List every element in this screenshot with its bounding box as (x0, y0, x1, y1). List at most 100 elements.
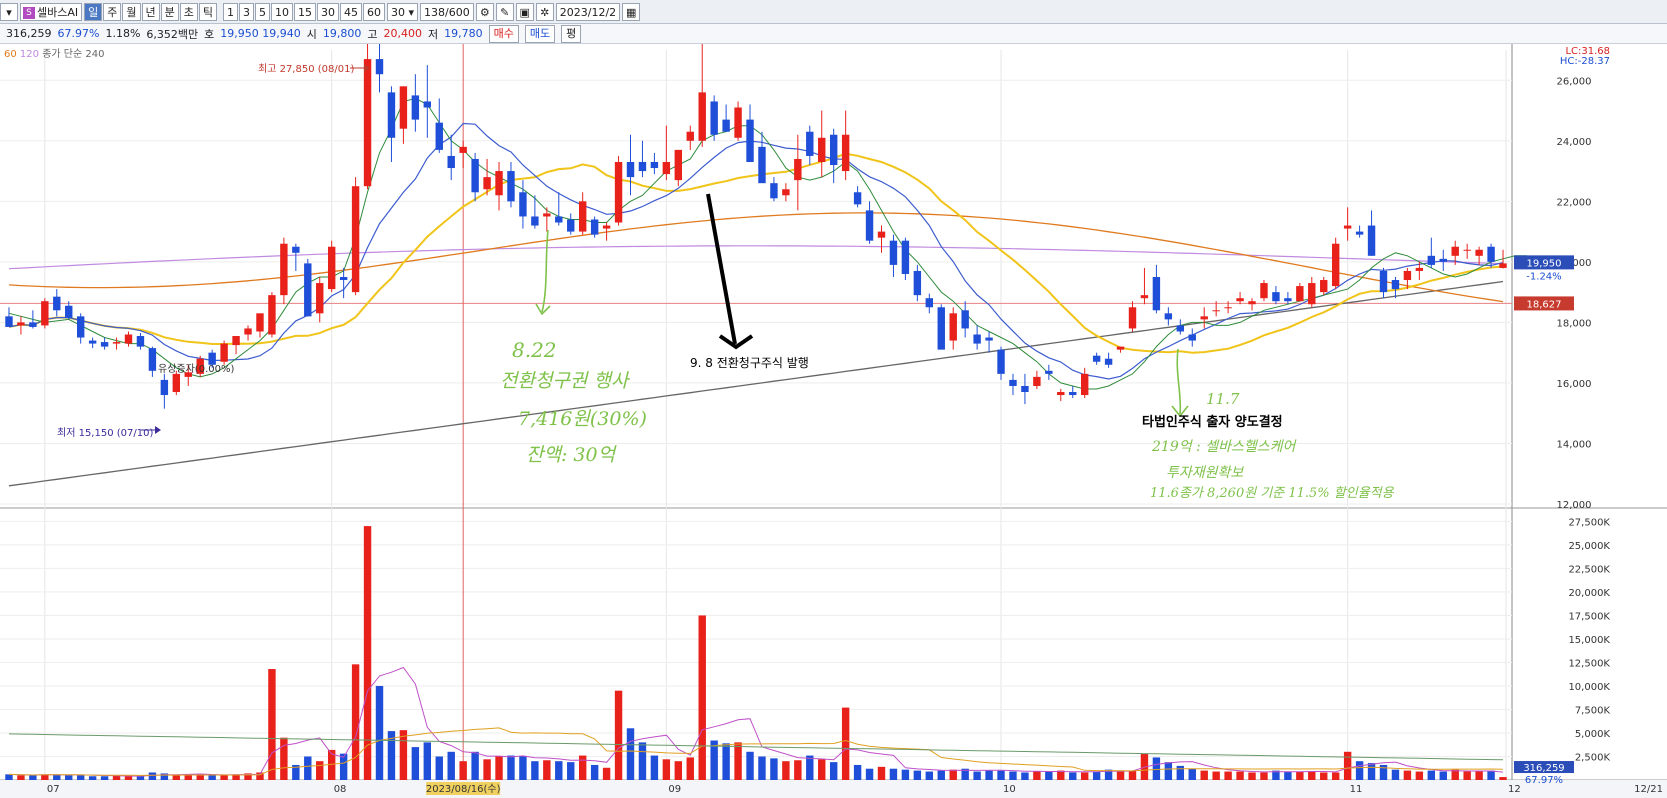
price-tick-label: 24,000 (1557, 137, 1592, 148)
candle-body (1355, 231, 1364, 235)
volume-bar (220, 775, 228, 780)
volume-bar (363, 526, 372, 780)
candle-body (829, 134, 838, 166)
interval-button[interactable]: 60 (363, 2, 386, 21)
period-button[interactable]: 일 (84, 2, 103, 21)
period-button[interactable]: 분 (160, 2, 179, 21)
dropdown-icon[interactable]: ▾ (0, 2, 18, 21)
candle-body (1475, 249, 1483, 256)
candle-body (1188, 334, 1196, 341)
candle-body (100, 342, 109, 347)
candle-body (1439, 258, 1447, 262)
volume-bar (614, 690, 623, 780)
low-value: 19,780 (444, 27, 483, 40)
candle-body (1057, 392, 1065, 396)
ma-legend: 60 120 종가 단순 240 (4, 45, 104, 60)
settings-icon[interactable]: ⚙ (475, 2, 494, 21)
volume-bar (734, 742, 742, 780)
calendar-icon[interactable]: ▦ (622, 2, 641, 21)
period-button[interactable]: 년 (141, 2, 160, 21)
volume-bar (865, 768, 874, 780)
candle-body (1308, 283, 1316, 305)
stock-name-field[interactable]: S 셀바스AI (20, 2, 83, 21)
volume-bar (29, 775, 37, 780)
candle-body (1116, 346, 1125, 350)
volume-bar (1284, 771, 1292, 780)
candle-body (1403, 270, 1412, 281)
candle-body (961, 310, 969, 329)
interval-button[interactable]: 15 (294, 2, 317, 21)
candle-body (1415, 267, 1424, 271)
candle-body (471, 158, 479, 193)
x-tick-label: 07 (47, 784, 60, 795)
candle-body (1248, 301, 1256, 305)
volume-bar (208, 775, 216, 780)
volume-bar (435, 756, 443, 780)
sell-button[interactable]: 매도 (524, 24, 556, 43)
volume-bar (937, 770, 945, 780)
drawing-icon[interactable]: ✎ (495, 2, 514, 21)
period-button[interactable]: 월 (122, 2, 141, 21)
low-label: 저 (428, 27, 439, 41)
volume-bar (1188, 768, 1196, 780)
volume-bar (1475, 771, 1483, 780)
candle-body (997, 349, 1005, 374)
count-field[interactable]: 138/600 (420, 2, 474, 21)
candle-body (1224, 307, 1232, 309)
x-tick-label: 11 (1350, 784, 1363, 795)
candle-body (423, 101, 432, 108)
hand-nov-line2: 투자재원확보 (1166, 465, 1244, 481)
interval-button[interactable]: 45 (340, 2, 363, 21)
gear-icon[interactable]: ✲ (535, 2, 554, 21)
volume-value: 316,259 (6, 27, 52, 40)
volume-bar (1152, 757, 1161, 780)
candle-body (65, 305, 73, 318)
volume-bar (1009, 771, 1017, 780)
candle-body (746, 119, 754, 162)
interval-button[interactable]: 30 (317, 2, 340, 21)
interval-button[interactable]: 5 (255, 2, 271, 21)
volume-bar (650, 755, 659, 780)
volume-bar (997, 770, 1005, 780)
interval-select[interactable]: 30 ▾ (387, 2, 419, 21)
candle-body (1499, 263, 1507, 268)
date-field[interactable]: 2023/12/2 (555, 2, 621, 21)
period-buttons: 일주월년분초틱 (84, 2, 218, 21)
candle-body (734, 107, 742, 138)
candle-body (459, 146, 467, 153)
candle-body (973, 334, 981, 344)
rights-annotation: 유상증자(0.00%) (158, 364, 235, 375)
period-button[interactable]: 틱 (198, 2, 218, 21)
volume-bar (1224, 771, 1232, 780)
volume-bar (638, 742, 647, 780)
candle-body (351, 186, 360, 293)
period-button[interactable]: 주 (103, 2, 122, 21)
high-value: 20,400 (383, 27, 423, 40)
avg-button[interactable]: 평 (561, 24, 582, 43)
candle-body (76, 316, 85, 338)
candle (280, 237, 288, 305)
change-value: 1.18% (105, 27, 141, 40)
save-icon[interactable]: ▣ (515, 2, 534, 21)
volume-bar (1248, 772, 1256, 780)
candle-body (758, 146, 766, 184)
interval-button[interactable]: 3 (239, 2, 255, 21)
period-button[interactable]: 초 (179, 2, 198, 21)
last-date-label: 12/21 (1634, 784, 1663, 795)
candle-body (1367, 225, 1376, 256)
candle (304, 258, 312, 317)
buy-button[interactable]: 매수 (488, 24, 519, 43)
volume-bar (459, 761, 467, 780)
interval-button[interactable]: 10 (271, 2, 294, 21)
volume-tick-label: 20,000K (1568, 588, 1610, 599)
volume-bar (1320, 772, 1328, 780)
volume-bar (507, 755, 515, 780)
volume-bar (136, 776, 145, 780)
candle-body (925, 298, 934, 308)
volume-tick-label: 25,000K (1568, 541, 1610, 552)
interval-button[interactable]: 1 (223, 2, 239, 21)
candle-body (638, 161, 647, 172)
hand-nov-line1: 219억 : 셀바스헬스케어 (1152, 439, 1296, 455)
candle (327, 240, 336, 293)
candle-body (578, 201, 587, 232)
